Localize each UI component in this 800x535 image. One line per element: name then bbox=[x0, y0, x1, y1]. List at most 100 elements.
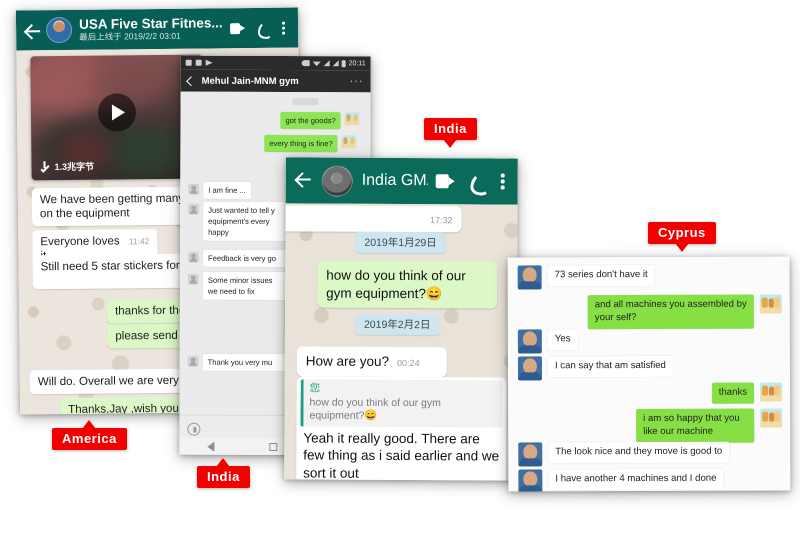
date-stamp-placeholder bbox=[292, 98, 319, 106]
microphone-icon[interactable] bbox=[187, 422, 201, 436]
status-right-icons: 20:11 bbox=[301, 59, 366, 67]
callout-tag-america: America bbox=[52, 420, 127, 450]
sticker-icon bbox=[759, 294, 782, 314]
vpn-key-icon bbox=[301, 60, 310, 67]
callout-pointer bbox=[216, 458, 231, 467]
date-chip: 2019年1月29日 bbox=[355, 231, 446, 254]
message-row[interactable]: got the goods? bbox=[280, 112, 360, 130]
message-bubble[interactable]: i am so happy that you like our machine bbox=[636, 408, 755, 443]
callout-label: America bbox=[62, 431, 117, 446]
quoted-message: 您 how do you think of our gym equipment?… bbox=[300, 379, 503, 428]
message-bubble[interactable]: I am fine ... bbox=[203, 181, 251, 199]
avatar[interactable] bbox=[517, 265, 542, 290]
chat-window-gmass[interactable]: India GMASS club 17:32 2019年1月29日 how do… bbox=[284, 157, 518, 481]
avatar[interactable] bbox=[187, 355, 199, 367]
play-button[interactable] bbox=[97, 93, 137, 132]
avatar[interactable] bbox=[188, 183, 200, 195]
back-arrow-icon[interactable] bbox=[24, 22, 41, 39]
screenshot-icon bbox=[195, 59, 202, 66]
android-status-bar: 20:11 bbox=[180, 55, 371, 71]
sticker-icon bbox=[760, 408, 783, 428]
message-bubble[interactable]: how do you think of our gym equipment?😄 bbox=[317, 260, 498, 309]
signal-icon bbox=[332, 60, 339, 67]
nav-home-icon[interactable] bbox=[269, 442, 278, 451]
mehul-contact-name: Mehul Jain-MNM gym bbox=[201, 75, 299, 87]
message-row[interactable]: The look nice and they move is good to bbox=[518, 441, 730, 467]
avatar[interactable] bbox=[321, 165, 353, 197]
overflow-menu-icon[interactable] bbox=[500, 171, 505, 191]
usa-chat-header: USA Five Star Fitnes... 最后上线于 2019/2/2 0… bbox=[15, 7, 299, 51]
wifi-icon bbox=[313, 60, 321, 66]
avatar[interactable] bbox=[188, 203, 200, 215]
gmass-header-names: India GMASS club bbox=[362, 172, 428, 191]
phone-call-icon[interactable] bbox=[470, 173, 486, 189]
message-bubble-partial[interactable]: 17:32 bbox=[284, 205, 462, 232]
avatar[interactable] bbox=[517, 329, 542, 354]
message-bubble[interactable]: I have another 4 machines and I done bbox=[548, 468, 724, 491]
message-time: 00:24 bbox=[397, 357, 420, 369]
message-row[interactable]: I can say that am satisfied bbox=[517, 355, 673, 381]
sticker-icon bbox=[760, 382, 783, 402]
message-time: 11:42 bbox=[128, 236, 150, 247]
avatar[interactable] bbox=[518, 442, 543, 467]
sticker-icon bbox=[344, 112, 360, 126]
gmass-message-list[interactable]: 17:32 2019年1月29日 how do you think of our… bbox=[284, 203, 518, 481]
avatar[interactable] bbox=[518, 469, 543, 492]
message-bubble[interactable]: The look nice and they move is good to bbox=[548, 441, 730, 464]
battery-icon bbox=[341, 59, 346, 67]
message-bubble[interactable]: and all machines you assembled by your s… bbox=[587, 294, 754, 330]
message-bubble[interactable]: I can say that am satisfied bbox=[547, 355, 673, 378]
collage-canvas: USA Five Star Fitnes... 最后上线于 2019/2/2 0… bbox=[0, 0, 800, 535]
back-arrow-icon[interactable] bbox=[186, 75, 197, 86]
status-clock: 20:11 bbox=[348, 59, 366, 67]
cyprus-message-list[interactable]: 73 series don't have it and all machines… bbox=[508, 257, 791, 492]
message-row[interactable]: I have another 4 machines and I done bbox=[518, 468, 724, 492]
video-message-thumbnail[interactable]: 1.3兆字节 bbox=[30, 54, 204, 181]
gmass-header-actions bbox=[436, 171, 509, 192]
back-arrow-icon[interactable] bbox=[295, 170, 315, 190]
video-call-icon[interactable] bbox=[436, 174, 455, 188]
usa-header-actions bbox=[230, 19, 290, 37]
message-row[interactable]: thanks bbox=[711, 382, 783, 404]
callout-label: Cyprus bbox=[658, 225, 706, 240]
avatar[interactable] bbox=[45, 16, 73, 44]
callout-pointer bbox=[674, 243, 689, 252]
message-bubble[interactable]: got the goods? bbox=[280, 112, 341, 130]
overflow-menu-icon[interactable] bbox=[282, 19, 286, 36]
callout-label: India bbox=[434, 121, 467, 136]
chat-window-cyprus[interactable]: 73 series don't have it and all machines… bbox=[507, 256, 791, 492]
avatar[interactable] bbox=[187, 251, 200, 263]
usa-last-seen: 最后上线于 2019/2/2 03:01 bbox=[79, 31, 181, 43]
callout-pointer bbox=[443, 139, 458, 148]
message-bubble[interactable]: every thing is fine? bbox=[264, 134, 338, 153]
message-time: 17:32 bbox=[429, 215, 453, 226]
message-row[interactable]: I am fine ... bbox=[188, 181, 251, 199]
message-bubble[interactable]: thanks bbox=[711, 382, 755, 404]
download-icon[interactable] bbox=[39, 161, 48, 172]
message-row[interactable]: every thing is fine? bbox=[264, 134, 357, 153]
callout-tag-cyprus: Cyprus bbox=[648, 222, 716, 252]
avatar[interactable] bbox=[517, 356, 543, 381]
message-bubble-quoted[interactable]: 您 how do you think of our gym equipment?… bbox=[296, 376, 507, 481]
date-chip: 2019年2月2日 bbox=[354, 313, 440, 336]
mehul-chat-header: Mehul Jain-MNM gym ··· bbox=[180, 69, 371, 93]
callout-label: India bbox=[207, 469, 240, 484]
callout-pointer bbox=[82, 420, 97, 429]
nav-back-icon[interactable] bbox=[206, 441, 215, 452]
message-text: How are you? bbox=[305, 353, 390, 369]
phone-call-icon[interactable] bbox=[257, 21, 270, 34]
notification-icon bbox=[185, 59, 192, 66]
message-bubble[interactable]: How are you? 00:24 bbox=[296, 346, 447, 377]
message-row[interactable]: i am so happy that you like our machine bbox=[636, 408, 783, 443]
video-call-icon[interactable] bbox=[230, 23, 245, 34]
message-text: Yeah it really good. There are few thing… bbox=[303, 430, 500, 481]
avatar[interactable] bbox=[187, 273, 199, 285]
message-bubble[interactable]: 73 series don't have it bbox=[547, 264, 655, 287]
overflow-menu-icon[interactable]: ··· bbox=[350, 75, 364, 87]
message-bubble[interactable]: Yes bbox=[547, 329, 578, 351]
message-row[interactable]: Yes bbox=[517, 329, 578, 354]
callout-tag-india-top: India bbox=[424, 118, 477, 148]
message-row[interactable]: and all machines you assembled by your s… bbox=[587, 294, 782, 330]
message-row[interactable]: 73 series don't have it bbox=[517, 264, 655, 290]
telegram-icon bbox=[205, 59, 213, 66]
